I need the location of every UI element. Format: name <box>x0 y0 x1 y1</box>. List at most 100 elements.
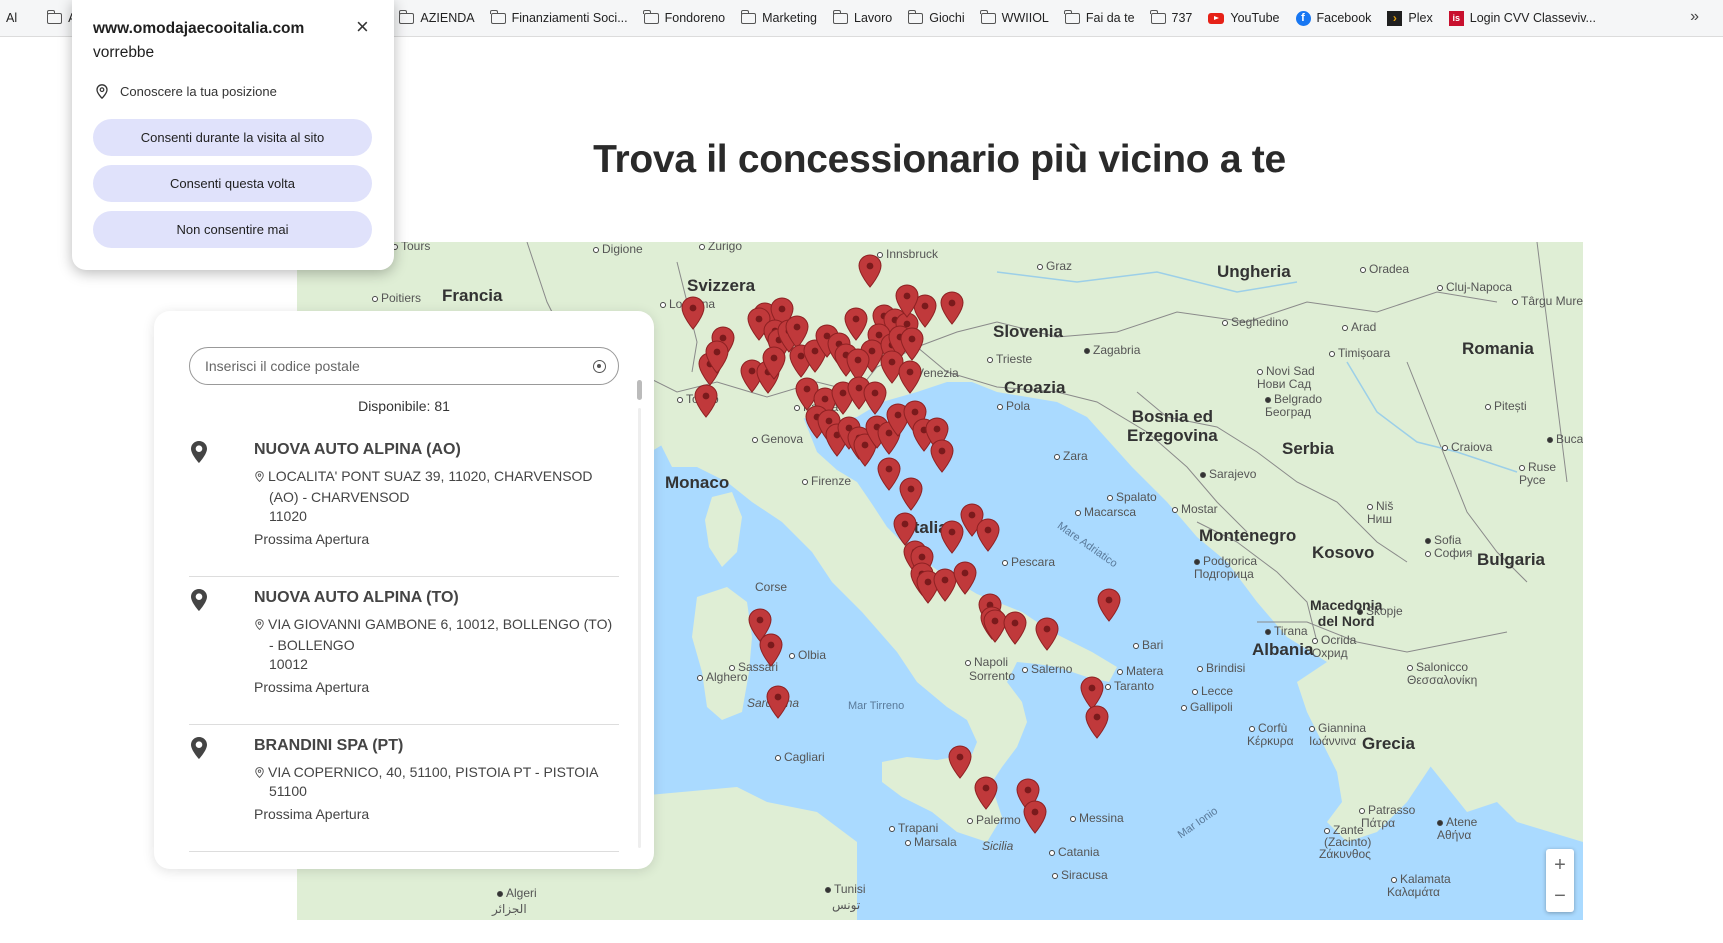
country-label: Montenegro <box>1199 526 1297 545</box>
bookmark-label: Finanziamenti Soci... <box>511 11 628 25</box>
city-label: Нови Сад <box>1257 377 1312 391</box>
dealer-map-pin[interactable] <box>766 685 790 719</box>
bookmark-label: Plex <box>1408 11 1433 25</box>
bookmark-item[interactable]: Giochi <box>907 9 965 25</box>
dealer-map-pin[interactable] <box>895 284 919 318</box>
bookmarks-overflow-icon[interactable]: » <box>1690 8 1699 26</box>
dealer-item[interactable]: BRANDINI SPA (PT) VIA COPERNICO, 40, 511… <box>189 725 619 852</box>
country-label: Bulgaria <box>1477 550 1546 569</box>
dealer-address: LOCALITA' PONT SUAZ 39, 11020, CHARVENSO… <box>254 466 619 508</box>
dealer-address: VIA COPERNICO, 40, 51100, PISTOIA PT - P… <box>254 762 619 783</box>
bookmark-label: WWIIOL <box>1001 11 1049 25</box>
dealer-map-pin[interactable] <box>898 360 922 394</box>
city-label: Firenze <box>802 474 851 488</box>
folder-icon <box>1064 9 1080 24</box>
folder-icon <box>907 9 924 24</box>
city-label: Охрид <box>1312 646 1348 660</box>
city-label: Graz <box>1037 259 1072 273</box>
dealer-map-pin[interactable] <box>940 520 964 554</box>
dealer-map-pin[interactable] <box>858 254 882 288</box>
dealer-map-pin[interactable] <box>844 307 868 341</box>
city-label: Sofia <box>1425 533 1461 547</box>
postal-code-input[interactable] <box>205 358 593 374</box>
dealer-list-panel: Disponibile: 81 NUOVA AUTO ALPINA (AO) L… <box>154 311 654 869</box>
zoom-in-button[interactable]: + <box>1554 855 1566 875</box>
bookmark-item[interactable]: Al <box>6 11 17 25</box>
country-label: Kosovo <box>1312 543 1375 562</box>
dealer-item[interactable]: NUOVA AUTO ALPINA (TO) VIA GIOVANNI GAMB… <box>189 577 619 725</box>
dealer-map-pin[interactable] <box>974 776 998 810</box>
bookmark-label: YouTube <box>1230 11 1280 25</box>
dealer-map-pin[interactable] <box>1023 800 1047 834</box>
city-label: Kalamata <box>1391 872 1451 886</box>
city-label: Подгорица <box>1194 567 1254 581</box>
bookmark-item[interactable]: Fai da te <box>1064 9 1135 25</box>
bookmark-item[interactable]: Finanziamenti Soci... <box>490 9 628 25</box>
bookmark-item[interactable]: Fondoreno <box>643 9 725 25</box>
scrollbar-thumb[interactable] <box>637 380 642 400</box>
dealer-name: BRANDINI SPA (PT) <box>254 737 404 754</box>
dealer-map-pin[interactable] <box>1035 617 1059 651</box>
city-label: Genova <box>752 432 803 446</box>
bookmark-item[interactable]: YouTube <box>1208 11 1280 25</box>
bookmark-label: Fai da te <box>1085 11 1135 25</box>
bookmark-item[interactable]: f Facebook <box>1295 10 1372 26</box>
locate-me-icon[interactable] <box>593 359 606 373</box>
city-label: Gallipoli <box>1181 700 1233 714</box>
dealer-map-pin[interactable] <box>948 745 972 779</box>
close-icon[interactable]: × <box>356 16 369 38</box>
dealer-status: Prossima Apertura <box>254 531 370 547</box>
bookmark-label: Facebook <box>1316 11 1372 25</box>
country-label: Romania <box>1462 339 1534 358</box>
city-label: Mostar <box>1172 502 1218 516</box>
dealer-status: Prossima Apertura <box>254 806 370 822</box>
never-allow-button[interactable]: Non consentire mai <box>93 211 372 248</box>
zoom-out-button[interactable]: − <box>1554 886 1566 906</box>
dealer-map-pin[interactable] <box>1003 611 1027 645</box>
allow-while-visiting-button[interactable]: Consenti durante la visita al sito <box>93 119 372 156</box>
city-label: Taranto <box>1105 679 1154 693</box>
dealer-map-pin[interactable] <box>762 346 786 380</box>
city-label: Niš <box>1367 499 1393 513</box>
permission-site: www.omodajaecooitalia.com <box>93 20 305 37</box>
dealer-zip: 10012 <box>269 656 308 672</box>
bookmark-item[interactable]: Marketing <box>740 9 817 25</box>
folder-icon <box>980 9 996 24</box>
city-label: Digione <box>593 242 643 256</box>
allow-this-time-button[interactable]: Consenti questa volta <box>93 165 372 202</box>
dealer-map-pin[interactable] <box>940 291 964 325</box>
dealer-map-pin[interactable] <box>899 477 923 511</box>
city-label: Θεσσαλονίκη <box>1407 673 1478 687</box>
bookmark-item[interactable]: is Login CVV Classeviv... <box>1448 10 1596 26</box>
city-label: Seghedino <box>1222 315 1288 329</box>
classeviva-icon: is <box>1448 10 1464 26</box>
country-label: Grecia <box>1362 734 1415 753</box>
city-label: Sicilia <box>982 839 1014 853</box>
bookmark-item[interactable]: AZIENDA <box>398 9 475 25</box>
dealer-item[interactable]: NUOVA AUTO ALPINA (AO) LOCALITA' PONT SU… <box>189 429 619 577</box>
city-label: Cluj-Napoca <box>1437 280 1512 294</box>
dealer-list-scrollbar[interactable] <box>637 380 642 848</box>
bookmark-item[interactable]: 737 <box>1150 9 1192 25</box>
address-pin-icon <box>255 471 264 482</box>
dealer-map-pin[interactable] <box>976 518 1000 552</box>
city-label: Sarajevo <box>1200 467 1256 481</box>
city-label: Napoli <box>965 655 1008 669</box>
dealer-map-pin[interactable] <box>863 381 887 415</box>
bookmark-item[interactable]: WWIIOL <box>980 9 1049 25</box>
city-label: Salonicco <box>1407 660 1468 674</box>
dealer-map-pin[interactable] <box>877 457 901 491</box>
dealer-map-pin[interactable] <box>930 439 954 473</box>
dealer-map-pin[interactable] <box>705 340 729 374</box>
dealer-map-pin[interactable] <box>759 633 783 667</box>
dealer-map-pin[interactable] <box>681 296 705 330</box>
dealer-map-pin[interactable] <box>1097 588 1121 622</box>
bookmark-label: Giochi <box>929 11 965 25</box>
dealer-map-pin[interactable] <box>694 384 718 418</box>
dealer-map-pin[interactable] <box>953 561 977 595</box>
city-label: Poitiers <box>372 291 421 305</box>
dealer-map-pin[interactable] <box>1085 705 1109 739</box>
bookmark-item[interactable]: Lavoro <box>832 9 892 25</box>
map-marker-icon <box>191 589 207 611</box>
bookmark-item[interactable]: › Plex <box>1387 10 1433 26</box>
